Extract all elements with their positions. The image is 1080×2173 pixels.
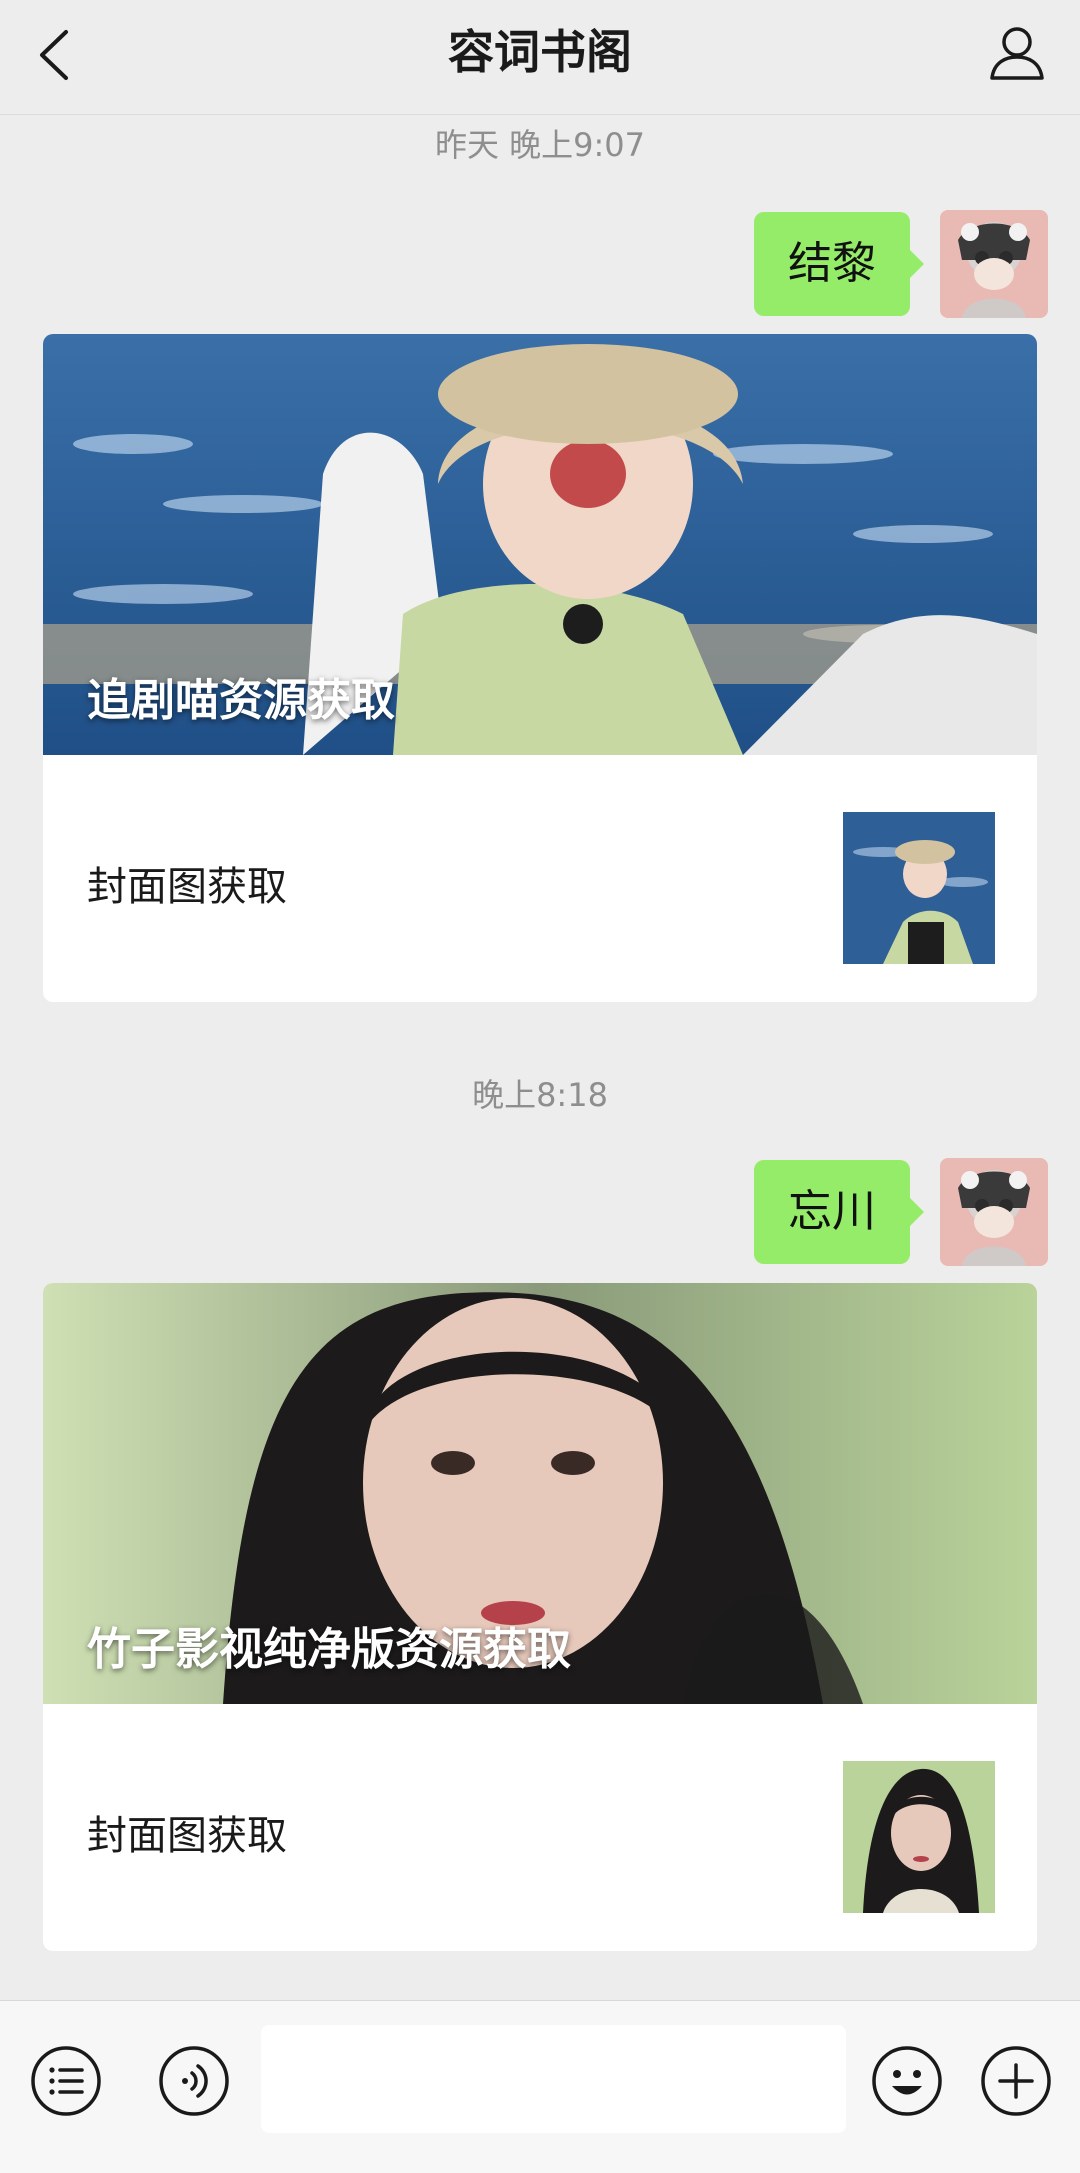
avatar[interactable]: [940, 1158, 1048, 1266]
voice-button[interactable]: [158, 2045, 230, 2117]
chat-header: 容词书阁: [0, 0, 1080, 115]
message-text: 忘川: [788, 1186, 876, 1237]
card-cover-image: 追剧喵资源获取: [43, 334, 1037, 755]
card-title: 竹子影视纯净版资源获取: [87, 1624, 571, 1675]
message-bubble[interactable]: 忘川: [754, 1160, 924, 1264]
profile-button[interactable]: [984, 20, 1050, 86]
card-cover-image: 竹子影视纯净版资源获取: [43, 1283, 1037, 1704]
card-thumbnail: [843, 812, 995, 964]
card-subtitle: 封面图获取: [87, 1813, 287, 1859]
menu-button[interactable]: [30, 2045, 102, 2117]
plus-icon: [981, 2046, 1051, 2116]
list-menu-icon: [31, 2046, 101, 2116]
card-thumbnail: [843, 1761, 995, 1913]
avatar[interactable]: [940, 210, 1048, 318]
card-subtitle: 封面图获取: [87, 864, 287, 910]
link-card[interactable]: 追剧喵资源获取 封面图获取: [43, 334, 1037, 1002]
person-icon: [990, 27, 1044, 80]
emoji-button[interactable]: [871, 2045, 943, 2117]
plus-button[interactable]: [980, 2045, 1052, 2117]
voice-icon: [159, 2046, 229, 2116]
emoji-icon: [872, 2046, 942, 2116]
timestamp: 晚上8:18: [472, 1076, 608, 1114]
timestamp: 昨天 晚上9:07: [434, 126, 646, 164]
message-text: 结黎: [788, 238, 876, 289]
card-title: 追剧喵资源获取: [87, 675, 395, 726]
message-input[interactable]: [261, 2025, 846, 2133]
bubble-tail: [908, 1196, 924, 1228]
bubble-tail: [908, 248, 924, 280]
input-bar: [0, 2000, 1080, 2173]
link-card[interactable]: 竹子影视纯净版资源获取 封面图获取: [43, 1283, 1037, 1951]
message-bubble[interactable]: 结黎: [754, 212, 924, 316]
chat-title: 容词书阁: [448, 25, 632, 79]
